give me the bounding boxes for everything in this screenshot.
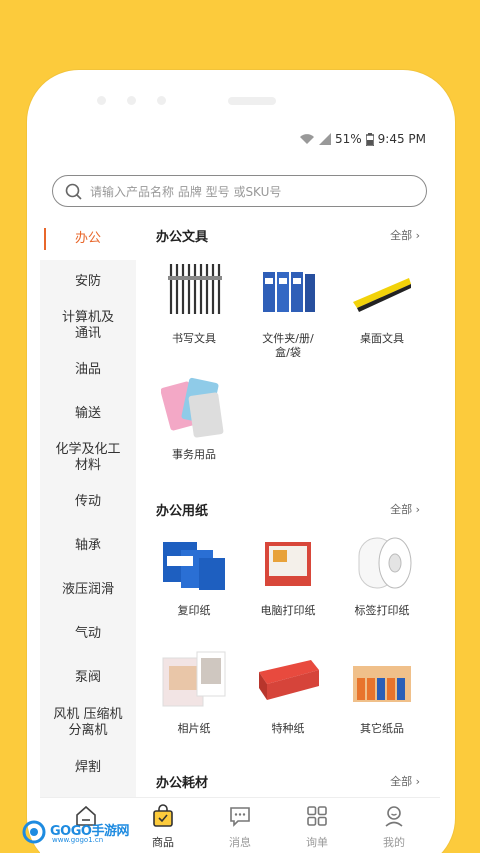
section-all-link[interactable]: 全部 › (390, 227, 420, 243)
sidebar-item-label: 化学及化工材料 (55, 442, 121, 473)
sidebar-item-label: 液压润滑 (61, 582, 114, 597)
sidebar-item-label: 计算机及通讯 (61, 310, 114, 341)
sidebar-item-label: 输送 (74, 406, 101, 421)
label-roll-image (349, 530, 415, 596)
section-all-link[interactable]: 全部 › (390, 773, 420, 789)
search-icon (65, 183, 82, 200)
category-content: 办公文具 全部 › 书写文具 文件夹/册/盒/袋 桌面文具 事务用品 办公用纸 … (136, 218, 440, 808)
tab-products[interactable]: 商品 (133, 804, 193, 850)
sidebar-item-label: 传动 (74, 494, 101, 509)
computer-paper-image (255, 530, 321, 596)
product-category-other-paper[interactable]: 其它纸品 (334, 648, 430, 736)
other-paper-image (349, 648, 415, 714)
search-placeholder: 请输入产品名称 品牌 型号 或SKU号 (90, 184, 282, 199)
product-category-folders[interactable]: 文件夹/册/盒/袋 (240, 258, 336, 360)
product-label: 复印纸 (177, 604, 211, 617)
sidebar-item-conveying[interactable]: 输送 (40, 392, 136, 436)
product-label: 其它纸品 (360, 722, 404, 735)
sidebar-item-security[interactable]: 安防 (40, 260, 136, 304)
product-category-computer-paper[interactable]: 电脑打印纸 (240, 530, 336, 618)
photo-paper-image (161, 648, 227, 714)
all-label: 全部 (390, 775, 413, 788)
tab-label: 商品 (152, 836, 174, 849)
clock: 9:45 PM (377, 132, 426, 146)
sidebar-item-oil[interactable]: 油品 (40, 348, 136, 392)
product-label: 事务用品 (172, 448, 216, 461)
sidebar-item-bearing[interactable]: 轴承 (40, 524, 136, 568)
app-screen: 51% 9:45 PM 请输入产品名称 品牌 型号 或SKU号 办公 安防 计算… (40, 120, 440, 853)
site-watermark: GOGO手游网 www.gogo1.cn (22, 818, 132, 848)
product-label: 文件夹/册/盒/袋 (262, 332, 314, 359)
search-input[interactable]: 请输入产品名称 品牌 型号 或SKU号 (52, 175, 427, 207)
tab-label: 询单 (306, 836, 328, 849)
product-category-copy-paper[interactable]: 复印纸 (146, 530, 242, 618)
section-title: 办公用纸 (156, 504, 209, 519)
sidebar-item-hydraulic[interactable]: 液压润滑 (40, 568, 136, 612)
sidebar-item-label: 轴承 (74, 538, 101, 553)
product-category-business[interactable]: 事务用品 (146, 374, 242, 462)
product-label: 标签打印纸 (354, 604, 410, 617)
sidebar-item-label: 泵阀 (74, 670, 101, 685)
special-paper-image (255, 648, 321, 714)
battery-icon (365, 132, 374, 146)
chat-bubble-icon (230, 807, 250, 827)
sidebar-item-chemical[interactable]: 化学及化工材料 (40, 436, 136, 480)
sidebar-item-label: 油品 (74, 362, 101, 377)
sidebar-item-pneumatic[interactable]: 气动 (40, 612, 136, 656)
product-label: 相片纸 (177, 722, 211, 735)
earpiece-speaker (228, 97, 276, 105)
grid-icon (307, 806, 327, 826)
sidebar-item-label: 风机 压缩机 分离机 (53, 707, 123, 738)
user-icon (385, 806, 403, 827)
signal-icon (318, 133, 331, 145)
binders-image (255, 258, 321, 324)
section-all-link[interactable]: 全部 › (390, 501, 420, 517)
sidebar-item-label: 安防 (74, 274, 101, 289)
sidebar-item-transmission[interactable]: 传动 (40, 480, 136, 524)
wifi-icon (299, 134, 314, 144)
product-category-writing[interactable]: 书写文具 (146, 258, 242, 346)
calculators-image (160, 374, 227, 440)
sidebar-item-pump-valve[interactable]: 泵阀 (40, 656, 136, 700)
product-category-label-paper[interactable]: 标签打印纸 (334, 530, 430, 618)
pens-image (161, 258, 227, 324)
product-label: 特种纸 (271, 722, 305, 735)
all-label: 全部 (390, 503, 413, 516)
sidebar-item-office[interactable]: 办公 (40, 218, 136, 260)
section-title: 办公文具 (156, 230, 209, 245)
status-bar: 51% 9:45 PM (40, 120, 440, 158)
tab-inquiry[interactable]: 询单 (287, 804, 347, 850)
product-category-desk[interactable]: 桌面文具 (334, 258, 430, 346)
camera-dot (157, 96, 166, 105)
tab-label: 我的 (383, 836, 405, 849)
sensor-dot (127, 96, 136, 105)
section-title: 办公耗材 (156, 776, 209, 791)
sensor-dot (97, 96, 106, 105)
tab-messages[interactable]: 消息 (210, 804, 270, 850)
watermark-logo-icon (22, 820, 46, 844)
sidebar-item-label: 气动 (74, 626, 101, 641)
sidebar-item-label: 焊割 (74, 760, 101, 775)
chevron-right-icon: › (415, 775, 420, 788)
product-label: 桌面文具 (360, 332, 404, 345)
tab-label: 消息 (229, 836, 251, 849)
copy-paper-image (161, 530, 227, 596)
all-label: 全部 (390, 229, 413, 242)
sidebar-item-welding[interactable]: 焊割 (40, 746, 136, 790)
battery-percent: 51% (334, 132, 362, 146)
shopping-bag-icon (153, 804, 173, 827)
sidebar-item-label: 办公 (74, 231, 101, 246)
stapler-image (349, 258, 415, 324)
product-category-special-paper[interactable]: 特种纸 (240, 648, 336, 736)
product-category-photo-paper[interactable]: 相片纸 (146, 648, 242, 736)
chevron-right-icon: › (415, 229, 420, 242)
sidebar-item-computer[interactable]: 计算机及通讯 (40, 304, 136, 348)
tab-profile[interactable]: 我的 (364, 804, 424, 850)
category-sidebar: 办公 安防 计算机及通讯 油品 输送 化学及化工材料 传动 轴承 液压润滑 气动… (40, 218, 136, 808)
sidebar-item-fan-compressor[interactable]: 风机 压缩机 分离机 (40, 700, 136, 746)
product-label: 书写文具 (172, 332, 216, 345)
product-label: 电脑打印纸 (260, 604, 316, 617)
chevron-right-icon: › (415, 503, 420, 516)
watermark-url: www.gogo1.cn (52, 836, 104, 844)
